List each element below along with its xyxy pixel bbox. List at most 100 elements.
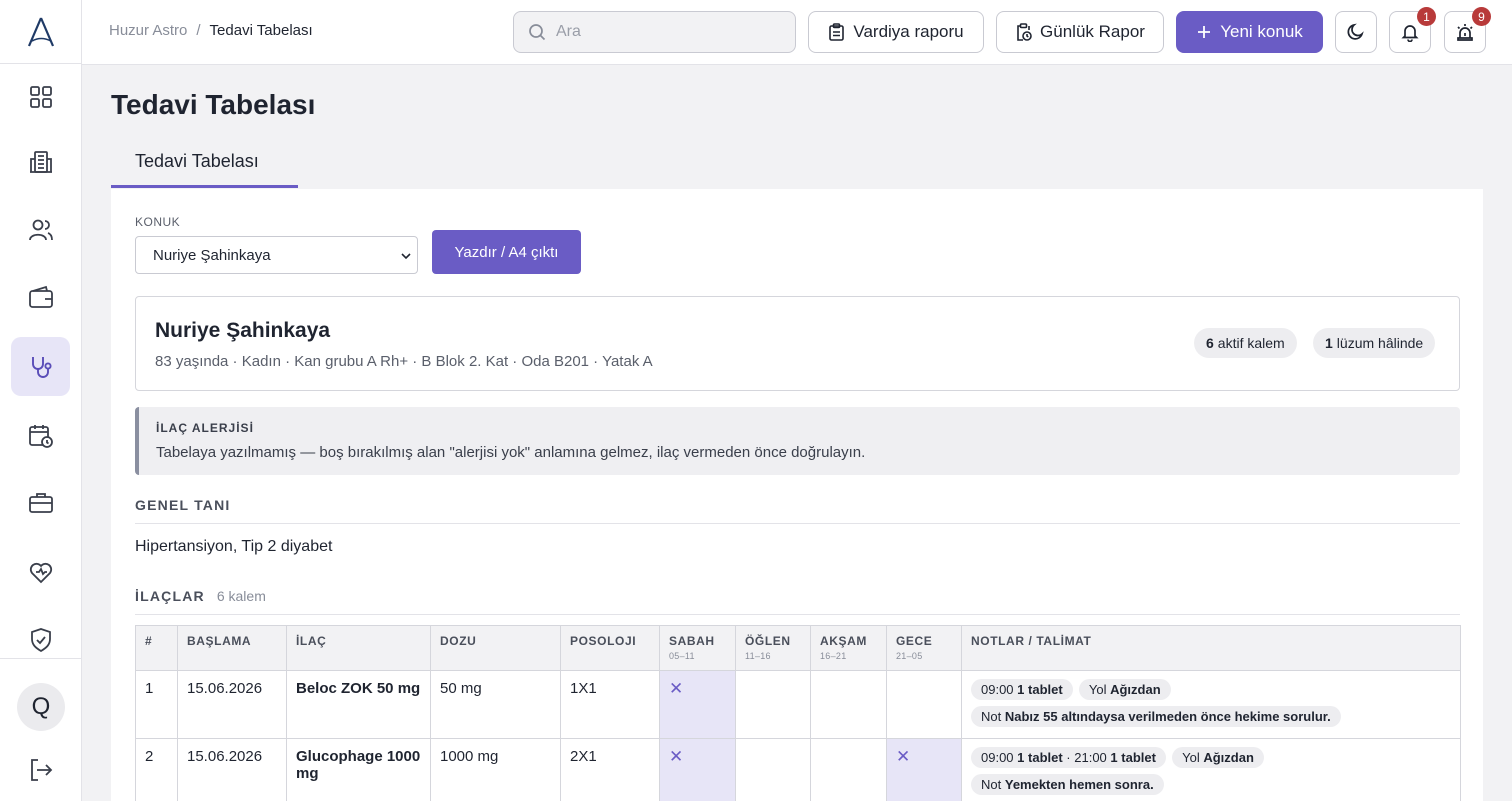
col-noon: ÖĞLEN 11–16 [735, 625, 811, 671]
nav-users[interactable] [11, 200, 70, 259]
user-avatar[interactable]: Q [17, 683, 65, 731]
col-morning-label: SABAH [669, 634, 715, 648]
theme-toggle-button[interactable] [1335, 11, 1377, 53]
note-chip: Not Yemekten hemen sonra. [971, 774, 1164, 795]
col-noon-label: ÖĞLEN [745, 634, 791, 648]
top-header: Huzur Astro / Tedavi Tabelası Vardiya ra… [82, 0, 1512, 65]
tab-treatment-board[interactable]: Tedavi Tabelası [111, 144, 298, 188]
col-dose: DOZU [430, 625, 561, 671]
slot-morning: ✕ [659, 670, 736, 739]
scheduled-x-icon: ✕ [669, 679, 684, 698]
active-items-label: aktif kalem [1217, 335, 1285, 351]
dose-time-chip: 09:00 1 tablet [971, 679, 1073, 700]
col-noon-range: 11–16 [745, 651, 771, 661]
page-title: Tedavi Tabelası [111, 89, 316, 120]
shift-report-label: Vardiya raporu [853, 22, 964, 41]
table-row: 1 15.06.2026 Beloc ZOK 50 mg 50 mg 1X1 ✕… [135, 670, 1461, 739]
nav-treatment[interactable] [11, 337, 70, 396]
search-box [513, 11, 796, 53]
note-value: Nabız 55 altındaysa verilmeden önce heki… [1004, 709, 1331, 724]
breadcrumb-separator: / [196, 22, 201, 39]
guest-field-label: KONUK [135, 215, 181, 229]
slot-noon [735, 738, 811, 801]
prn-items-chip: 1 lüzum hâlinde [1313, 328, 1436, 358]
dose-time: 09:00 [981, 750, 1014, 765]
col-night-label: GECE [896, 634, 933, 648]
print-button[interactable]: Yazdır / A4 çıktı [432, 230, 581, 274]
note-chip: Not Nabız 55 altındaysa verilmeden önce … [971, 706, 1341, 727]
col-start: BAŞLAMA [177, 625, 287, 671]
dose-time-chip: 09:00 1 tablet · 21:00 1 tablet [971, 747, 1166, 768]
meds-divider [135, 614, 1460, 615]
row-drug: Beloc ZOK 50 mg [286, 670, 431, 739]
plus-icon [1198, 26, 1211, 38]
dose-amount-2: 1 tablet [1110, 750, 1156, 765]
dose-time: 09:00 [981, 682, 1014, 697]
app-logo[interactable] [0, 0, 81, 64]
allergy-alert: İLAÇ ALERJİSİ Tabelaya yazılmamış — boş … [135, 407, 1460, 475]
col-evening-label: AKŞAM [820, 634, 867, 648]
notifications-button[interactable]: 1 [1389, 7, 1436, 53]
col-evening-range: 16–21 [820, 651, 847, 661]
route-chip: Yol Ağızdan [1078, 679, 1171, 700]
search-icon [529, 24, 546, 41]
nav-dashboard[interactable] [11, 67, 70, 126]
active-items-count: 6 [1206, 335, 1214, 351]
diagnosis-divider [135, 523, 1460, 524]
clipboard-clock-icon [1017, 23, 1032, 41]
slot-night: ✕ [886, 738, 962, 801]
nav-staff[interactable] [11, 473, 70, 532]
nav-wallet[interactable] [11, 268, 70, 327]
new-guest-button[interactable]: Yeni konuk [1176, 11, 1323, 53]
wallet-icon [28, 285, 53, 308]
medications-table: # BAŞLAMA İLAÇ DOZU POSOLOJI SABAH 05–11 … [135, 625, 1461, 801]
col-morning-range: 05–11 [669, 651, 695, 661]
search-input[interactable] [556, 23, 776, 41]
prn-items-label: lüzum hâlinde [1336, 335, 1424, 351]
main-panel: KONUK Nuriye Şahinkaya Yazdır / A4 çıktı… [111, 189, 1483, 801]
row-num: 2 [135, 738, 178, 801]
col-drug: İLAÇ [286, 625, 431, 671]
logo-icon [27, 17, 54, 46]
col-night: GECE 21–05 [886, 625, 962, 671]
briefcase-icon [28, 492, 53, 513]
daily-report-button[interactable]: Günlük Rapor [996, 11, 1164, 53]
guest-select[interactable]: Nuriye Şahinkaya [135, 236, 418, 274]
meds-title: İLAÇLAR [135, 588, 205, 604]
new-guest-label: Yeni konuk [1220, 22, 1303, 41]
alarms-badge: 9 [1472, 7, 1491, 26]
alarms-button[interactable]: 9 [1444, 7, 1491, 53]
dashboard-icon [29, 85, 52, 108]
logout-button[interactable] [11, 740, 70, 799]
table-header-row: # BAŞLAMA İLAÇ DOZU POSOLOJI SABAH 05–11 … [135, 625, 1461, 671]
dose-amount: 1 tablet [1017, 682, 1063, 697]
row-start: 15.06.2026 [177, 670, 287, 739]
prn-items-count: 1 [1325, 335, 1333, 351]
row-dose: 1000 mg [430, 738, 561, 801]
patient-meta: 83 yaşında · Kadın · Kan grubu A Rh+ · B… [155, 353, 653, 370]
row-posology: 2X1 [560, 738, 660, 801]
table-row: 2 15.06.2026 Glucophage 1000 mg 1000 mg … [135, 738, 1461, 801]
col-morning: SABAH 05–11 [659, 625, 736, 671]
diagnosis-text: Hipertansiyon, Tip 2 diyabet [135, 538, 333, 555]
clipboard-icon [829, 23, 845, 41]
row-drug: Glucophage 1000 mg [286, 738, 431, 801]
moon-icon [1347, 23, 1364, 40]
note-label: Not [981, 777, 1002, 792]
allergy-text: Tabelaya yazılmamış — boş bırakılmış ala… [156, 444, 866, 461]
col-notes: NOTLAR / TALİMAT [961, 625, 1461, 671]
patient-card: Nuriye Şahinkaya 83 yaşında · Kadın · Ka… [135, 296, 1460, 391]
stethoscope-icon [31, 356, 52, 378]
breadcrumb: Huzur Astro / Tedavi Tabelası [109, 22, 313, 39]
nav-buildings[interactable] [11, 132, 70, 191]
patient-name: Nuriye Şahinkaya [155, 319, 331, 342]
row-num: 1 [135, 670, 178, 739]
breadcrumb-home[interactable]: Huzur Astro [109, 22, 187, 39]
row-posology: 1X1 [560, 670, 660, 739]
nav-calendar[interactable] [11, 406, 70, 465]
shift-report-button[interactable]: Vardiya raporu [808, 11, 984, 53]
nav-health[interactable] [11, 542, 70, 601]
chevron-down-icon [401, 253, 411, 260]
dose-amount: 1 tablet [1017, 750, 1063, 765]
users-icon [28, 219, 53, 240]
